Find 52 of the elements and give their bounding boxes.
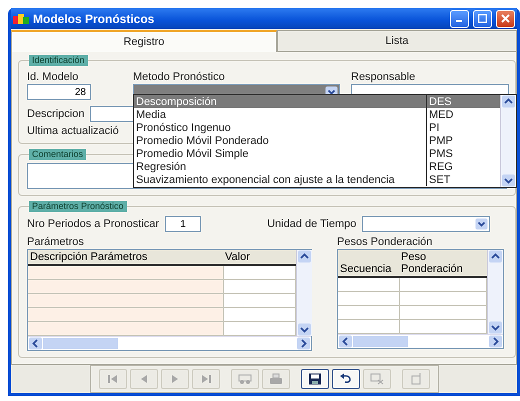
- table-cell[interactable]: [28, 280, 224, 293]
- column-header: Peso Ponderación: [400, 250, 464, 276]
- scroll-down-icon[interactable]: [297, 323, 312, 336]
- tab[interactable]: Lista: [276, 30, 517, 52]
- table-cell[interactable]: [28, 294, 224, 307]
- group-legend: Identificación: [29, 55, 88, 66]
- periods-field[interactable]: 1: [165, 216, 202, 232]
- field-label: Responsable: [351, 71, 416, 83]
- close-button[interactable]: [496, 10, 515, 28]
- scroll-right-icon[interactable]: [488, 335, 503, 348]
- column-header: Secuencia: [339, 262, 392, 276]
- first-record-icon: [106, 373, 120, 385]
- undo-button[interactable]: [332, 369, 360, 389]
- column-header: Descripción Parámetros: [29, 250, 148, 264]
- field-label: Nro Periodos a Pronosticar: [27, 218, 160, 230]
- window-title: Modelos Pronósticos: [33, 12, 156, 26]
- close-icon: [501, 14, 510, 23]
- table-cell[interactable]: [28, 322, 224, 335]
- dropdown-caret-icon[interactable]: [475, 218, 488, 230]
- field-label: Ultima actualizació: [27, 125, 119, 137]
- table-cell[interactable]: [28, 266, 224, 279]
- scroll-left-icon[interactable]: [28, 337, 43, 350]
- scrollbar-thumb[interactable]: [353, 336, 408, 347]
- scroll-down-icon[interactable]: [488, 321, 503, 334]
- minimize-button[interactable]: [450, 10, 469, 28]
- field-label: Id. Modelo: [27, 71, 80, 83]
- table-title: Parámetros: [27, 236, 85, 248]
- scroll-up-icon[interactable]: [501, 95, 516, 108]
- scroll-down-icon[interactable]: [501, 174, 516, 187]
- dropdown-option[interactable]: Descomposición DES: [134, 95, 500, 108]
- scrollbar-thumb[interactable]: [43, 338, 118, 349]
- group-legend: Comentarios: [29, 149, 86, 160]
- field-label: Metodo Pronóstico: [133, 71, 226, 83]
- table-title: Pesos Ponderación: [337, 236, 434, 248]
- scroll-left-icon[interactable]: [338, 335, 353, 348]
- maximize-button[interactable]: [473, 10, 492, 28]
- id-field[interactable]: 28: [27, 84, 91, 100]
- scroll-right-icon[interactable]: [296, 337, 311, 350]
- delete-record-icon: [370, 373, 384, 385]
- scroll-up-icon[interactable]: [488, 250, 503, 263]
- app-icon: [13, 12, 29, 24]
- column-header: Valor: [224, 250, 251, 264]
- field-label: Unidad de Tiempo: [267, 218, 356, 230]
- maximize-icon: [478, 14, 487, 23]
- tab[interactable]: Registro: [11, 30, 277, 52]
- undo-icon: [338, 373, 352, 385]
- printer-icon: [268, 373, 282, 385]
- group-legend: Parámetros Pronóstico: [29, 201, 127, 212]
- field-label: Descripcion: [27, 108, 84, 120]
- scroll-up-icon[interactable]: [297, 250, 312, 263]
- save-button[interactable]: [300, 369, 328, 389]
- table-cell[interactable]: [28, 308, 224, 321]
